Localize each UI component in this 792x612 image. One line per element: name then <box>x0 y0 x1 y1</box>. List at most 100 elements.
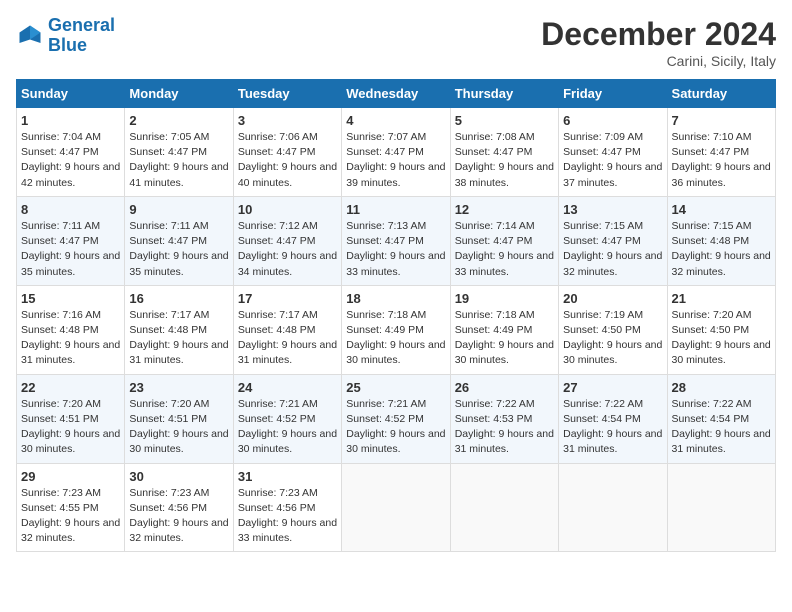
day-number: 8 <box>21 202 120 217</box>
day-info: Sunrise: 7:13 AMSunset: 4:47 PMDaylight:… <box>346 219 445 280</box>
calendar-cell <box>667 463 775 552</box>
calendar-cell: 4 Sunrise: 7:07 AMSunset: 4:47 PMDaylight… <box>342 108 450 197</box>
calendar-cell: 8 Sunrise: 7:11 AMSunset: 4:47 PMDaylight… <box>17 196 125 285</box>
logo-line1: General <box>48 15 115 35</box>
calendar-cell: 3 Sunrise: 7:06 AMSunset: 4:47 PMDaylight… <box>233 108 341 197</box>
day-number: 10 <box>238 202 337 217</box>
day-info: Sunrise: 7:06 AMSunset: 4:47 PMDaylight:… <box>238 130 337 191</box>
day-info: Sunrise: 7:21 AMSunset: 4:52 PMDaylight:… <box>346 397 445 458</box>
location: Carini, Sicily, Italy <box>541 53 776 69</box>
calendar-week-row: 29Sunrise: 7:23 AMSunset: 4:55 PMDayligh… <box>17 463 776 552</box>
calendar-cell: 14Sunrise: 7:15 AMSunset: 4:48 PMDayligh… <box>667 196 775 285</box>
day-info: Sunrise: 7:09 AMSunset: 4:47 PMDaylight:… <box>563 130 662 191</box>
day-info: Sunrise: 7:14 AMSunset: 4:47 PMDaylight:… <box>455 219 554 280</box>
calendar-cell: 7 Sunrise: 7:10 AMSunset: 4:47 PMDaylight… <box>667 108 775 197</box>
calendar-cell: 11 Sunrise: 7:13 AMSunset: 4:47 PMDayligh… <box>342 196 450 285</box>
day-number: 16 <box>129 291 228 306</box>
calendar-week-row: 8 Sunrise: 7:11 AMSunset: 4:47 PMDaylight… <box>17 196 776 285</box>
calendar-cell: 13Sunrise: 7:15 AMSunset: 4:47 PMDayligh… <box>559 196 667 285</box>
calendar-week-row: 1 Sunrise: 7:04 AMSunset: 4:47 PMDaylight… <box>17 108 776 197</box>
day-info: Sunrise: 7:11 AMSunset: 4:47 PMDaylight:… <box>21 219 120 280</box>
calendar-cell: 9 Sunrise: 7:11 AMSunset: 4:47 PMDaylight… <box>125 196 233 285</box>
day-number: 3 <box>238 113 337 128</box>
calendar-week-row: 22 Sunrise: 7:20 AMSunset: 4:51 PMDayligh… <box>17 374 776 463</box>
title-block: December 2024 Carini, Sicily, Italy <box>541 16 776 69</box>
calendar-cell: 30 Sunrise: 7:23 AMSunset: 4:56 PMDayligh… <box>125 463 233 552</box>
day-number: 21 <box>672 291 771 306</box>
logo: General Blue <box>16 16 115 56</box>
day-info: Sunrise: 7:18 AMSunset: 4:49 PMDaylight:… <box>346 308 445 369</box>
day-number: 22 <box>21 380 120 395</box>
day-info: Sunrise: 7:17 AMSunset: 4:48 PMDaylight:… <box>238 308 337 369</box>
day-info: Sunrise: 7:19 AMSunset: 4:50 PMDaylight:… <box>563 308 662 369</box>
day-number: 11 <box>346 202 445 217</box>
day-info: Sunrise: 7:22 AMSunset: 4:54 PMDaylight:… <box>563 397 662 458</box>
day-number: 1 <box>21 113 120 128</box>
calendar-cell: 23Sunrise: 7:20 AMSunset: 4:51 PMDayligh… <box>125 374 233 463</box>
day-number: 2 <box>129 113 228 128</box>
day-number: 6 <box>563 113 662 128</box>
day-number: 9 <box>129 202 228 217</box>
day-number: 24 <box>238 380 337 395</box>
weekday-header: Friday <box>559 80 667 108</box>
month-title: December 2024 <box>541 16 776 53</box>
day-number: 17 <box>238 291 337 306</box>
day-number: 12 <box>455 202 554 217</box>
day-number: 29 <box>21 469 120 484</box>
calendar-cell: 16 Sunrise: 7:17 AMSunset: 4:48 PMDayligh… <box>125 285 233 374</box>
day-info: Sunrise: 7:20 AMSunset: 4:51 PMDaylight:… <box>21 397 120 458</box>
day-info: Sunrise: 7:21 AMSunset: 4:52 PMDaylight:… <box>238 397 337 458</box>
day-info: Sunrise: 7:04 AMSunset: 4:47 PMDaylight:… <box>21 130 120 191</box>
weekday-header: Sunday <box>17 80 125 108</box>
day-number: 20 <box>563 291 662 306</box>
calendar-cell: 15Sunrise: 7:16 AMSunset: 4:48 PMDayligh… <box>17 285 125 374</box>
calendar-cell: 20 Sunrise: 7:19 AMSunset: 4:50 PMDayligh… <box>559 285 667 374</box>
calendar-cell <box>342 463 450 552</box>
day-number: 23 <box>129 380 228 395</box>
calendar-cell: 21 Sunrise: 7:20 AMSunset: 4:50 PMDayligh… <box>667 285 775 374</box>
calendar-cell: 1 Sunrise: 7:04 AMSunset: 4:47 PMDaylight… <box>17 108 125 197</box>
calendar-cell <box>450 463 558 552</box>
day-info: Sunrise: 7:16 AMSunset: 4:48 PMDaylight:… <box>21 308 120 369</box>
day-number: 7 <box>672 113 771 128</box>
day-info: Sunrise: 7:23 AMSunset: 4:56 PMDaylight:… <box>238 486 337 547</box>
day-number: 28 <box>672 380 771 395</box>
day-info: Sunrise: 7:23 AMSunset: 4:56 PMDaylight:… <box>129 486 228 547</box>
day-number: 4 <box>346 113 445 128</box>
calendar-cell: 12 Sunrise: 7:14 AMSunset: 4:47 PMDayligh… <box>450 196 558 285</box>
calendar-cell: 18 Sunrise: 7:18 AMSunset: 4:49 PMDayligh… <box>342 285 450 374</box>
calendar-cell: 17 Sunrise: 7:17 AMSunset: 4:48 PMDayligh… <box>233 285 341 374</box>
calendar-cell: 25Sunrise: 7:21 AMSunset: 4:52 PMDayligh… <box>342 374 450 463</box>
calendar-cell: 28Sunrise: 7:22 AMSunset: 4:54 PMDayligh… <box>667 374 775 463</box>
day-number: 30 <box>129 469 228 484</box>
day-number: 18 <box>346 291 445 306</box>
day-info: Sunrise: 7:07 AMSunset: 4:47 PMDaylight:… <box>346 130 445 191</box>
weekday-header: Tuesday <box>233 80 341 108</box>
day-number: 5 <box>455 113 554 128</box>
weekday-header: Monday <box>125 80 233 108</box>
calendar-cell: 27Sunrise: 7:22 AMSunset: 4:54 PMDayligh… <box>559 374 667 463</box>
day-info: Sunrise: 7:05 AMSunset: 4:47 PMDaylight:… <box>129 130 228 191</box>
calendar-cell: 2 Sunrise: 7:05 AMSunset: 4:47 PMDaylight… <box>125 108 233 197</box>
day-info: Sunrise: 7:10 AMSunset: 4:47 PMDaylight:… <box>672 130 771 191</box>
day-info: Sunrise: 7:11 AMSunset: 4:47 PMDaylight:… <box>129 219 228 280</box>
day-info: Sunrise: 7:17 AMSunset: 4:48 PMDaylight:… <box>129 308 228 369</box>
calendar-cell: 26Sunrise: 7:22 AMSunset: 4:53 PMDayligh… <box>450 374 558 463</box>
weekday-header: Thursday <box>450 80 558 108</box>
day-info: Sunrise: 7:15 AMSunset: 4:48 PMDaylight:… <box>672 219 771 280</box>
page-header: General Blue December 2024 Carini, Sicil… <box>16 16 776 69</box>
logo-line2: Blue <box>48 35 87 55</box>
weekday-header-row: SundayMondayTuesdayWednesdayThursdayFrid… <box>17 80 776 108</box>
weekday-header: Wednesday <box>342 80 450 108</box>
calendar-cell: 24 Sunrise: 7:21 AMSunset: 4:52 PMDayligh… <box>233 374 341 463</box>
day-number: 31 <box>238 469 337 484</box>
logo-text: General Blue <box>48 16 115 56</box>
calendar-cell: 22 Sunrise: 7:20 AMSunset: 4:51 PMDayligh… <box>17 374 125 463</box>
day-info: Sunrise: 7:18 AMSunset: 4:49 PMDaylight:… <box>455 308 554 369</box>
day-number: 19 <box>455 291 554 306</box>
calendar-cell: 10Sunrise: 7:12 AMSunset: 4:47 PMDayligh… <box>233 196 341 285</box>
calendar-cell <box>559 463 667 552</box>
day-number: 26 <box>455 380 554 395</box>
calendar-week-row: 15Sunrise: 7:16 AMSunset: 4:48 PMDayligh… <box>17 285 776 374</box>
day-info: Sunrise: 7:20 AMSunset: 4:50 PMDaylight:… <box>672 308 771 369</box>
